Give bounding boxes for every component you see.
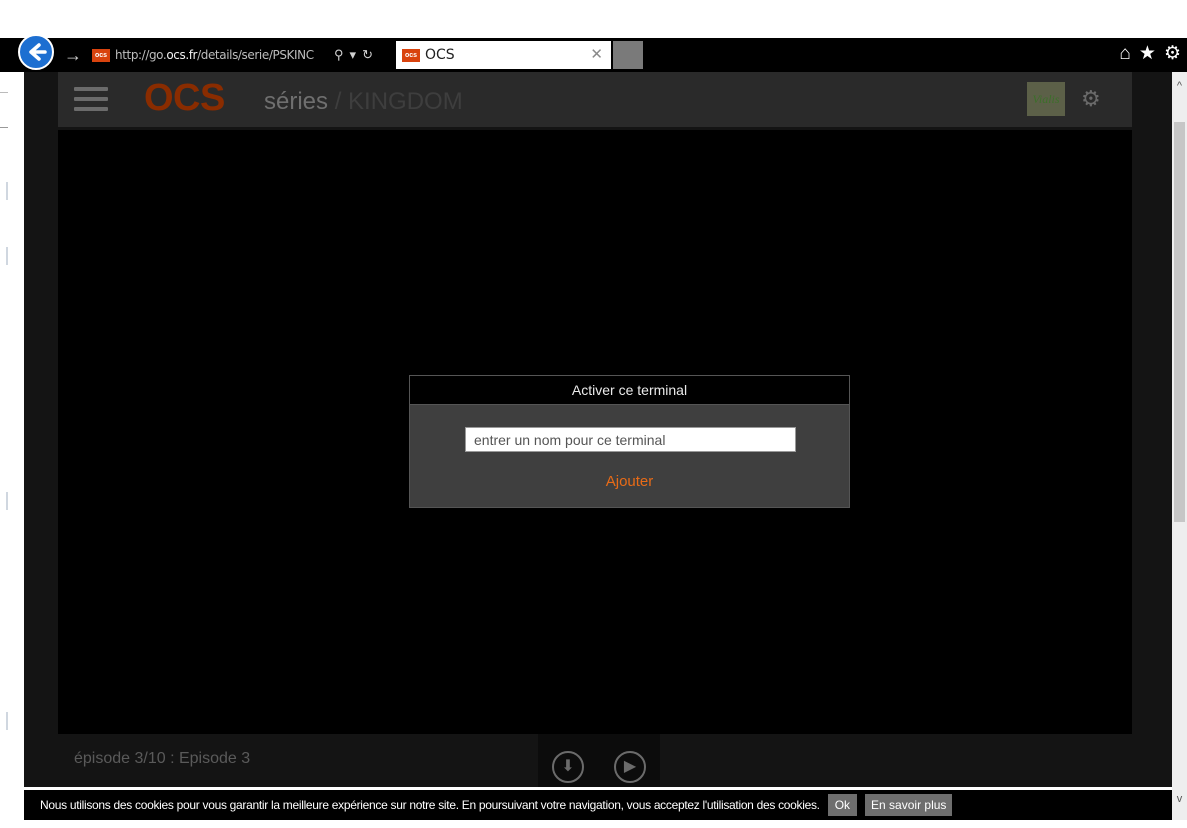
forward-button[interactable]: → bbox=[62, 43, 84, 67]
activate-terminal-dialog: Activer ce terminal Ajouter bbox=[409, 375, 850, 508]
cookie-message: Nous utilisons des cookies pour vous gar… bbox=[40, 798, 820, 812]
margin-mark bbox=[6, 492, 8, 510]
home-icon[interactable]: ⌂ bbox=[1119, 40, 1130, 68]
back-button[interactable] bbox=[18, 34, 54, 70]
download-icon[interactable]: ⬇ bbox=[552, 751, 584, 783]
page-title: KINGDOM bbox=[348, 88, 463, 115]
video-player[interactable]: Activer ce terminal Ajouter bbox=[58, 130, 1132, 734]
scroll-up-icon[interactable]: ^ bbox=[1172, 80, 1187, 92]
divider bbox=[0, 92, 8, 93]
tab-favicon-icon: ocs bbox=[402, 48, 420, 62]
divider bbox=[0, 127, 8, 128]
window-titlebar bbox=[0, 0, 1187, 38]
refresh-icon[interactable]: ↻ bbox=[362, 47, 373, 63]
ajouter-button[interactable]: Ajouter bbox=[410, 472, 849, 491]
margin-mark bbox=[6, 247, 8, 265]
cookie-banner: Nous utilisons des cookies pour vous gar… bbox=[24, 790, 1172, 820]
scroll-down-icon[interactable]: v bbox=[1172, 793, 1187, 805]
terminal-name-input[interactable] bbox=[465, 427, 796, 452]
player-controls: ⬇ ▶ bbox=[538, 734, 660, 787]
tab-title: OCS bbox=[425, 47, 455, 63]
search-icon[interactable]: ⚲ bbox=[334, 47, 344, 63]
breadcrumb: séries / KINGDOM bbox=[264, 88, 463, 116]
play-icon[interactable]: ▶ bbox=[614, 751, 646, 783]
margin-mark bbox=[6, 712, 8, 730]
dropdown-icon[interactable]: ▾ bbox=[350, 47, 357, 63]
breadcrumb-section[interactable]: séries bbox=[264, 88, 328, 115]
forward-arrow-icon: → bbox=[64, 45, 82, 65]
site-header: OCS séries / KINGDOM Vialis ⚙ bbox=[58, 72, 1132, 127]
url-text[interactable]: http://go.ocs.fr/details/serie/PSKINC bbox=[115, 48, 328, 62]
cookie-ok-button[interactable]: Ok bbox=[827, 794, 858, 816]
back-arrow-icon bbox=[29, 43, 47, 61]
breadcrumb-separator: / bbox=[328, 88, 349, 115]
browser-actions: ⌂ ★ ⚙ bbox=[1119, 40, 1181, 68]
page-bottom bbox=[0, 820, 1187, 828]
player-footer: épisode 3/10 : Episode 3 ⬇ ▶ bbox=[58, 734, 1132, 787]
episode-label: épisode 3/10 : Episode 3 bbox=[74, 750, 251, 767]
gear-icon[interactable]: ⚙ bbox=[1164, 40, 1181, 68]
close-icon[interactable]: ✕ bbox=[590, 45, 603, 63]
star-icon[interactable]: ★ bbox=[1139, 40, 1156, 68]
page-left-margin bbox=[0, 72, 24, 828]
cookie-learn-more-button[interactable]: En savoir plus bbox=[865, 794, 953, 816]
site-favicon-icon: ocs bbox=[92, 48, 110, 62]
vertical-scrollbar[interactable]: ^ v bbox=[1172, 72, 1187, 828]
menu-icon[interactable] bbox=[74, 87, 108, 113]
dialog-title: Activer ce terminal bbox=[410, 376, 849, 405]
address-bar[interactable]: ocs http://go.ocs.fr/details/serie/PSKIN… bbox=[92, 41, 392, 69]
scroll-thumb[interactable] bbox=[1174, 122, 1185, 522]
margin-mark bbox=[6, 182, 8, 200]
partner-logo[interactable]: Vialis bbox=[1027, 82, 1065, 116]
browser-tab[interactable]: ocs OCS ✕ bbox=[396, 41, 611, 69]
settings-gear-icon[interactable]: ⚙ bbox=[1081, 86, 1101, 112]
new-tab-button[interactable] bbox=[613, 41, 643, 69]
ocs-site: OCS séries / KINGDOM Vialis ⚙ Activer ce… bbox=[24, 72, 1172, 787]
brand-logo[interactable]: OCS bbox=[144, 77, 225, 120]
